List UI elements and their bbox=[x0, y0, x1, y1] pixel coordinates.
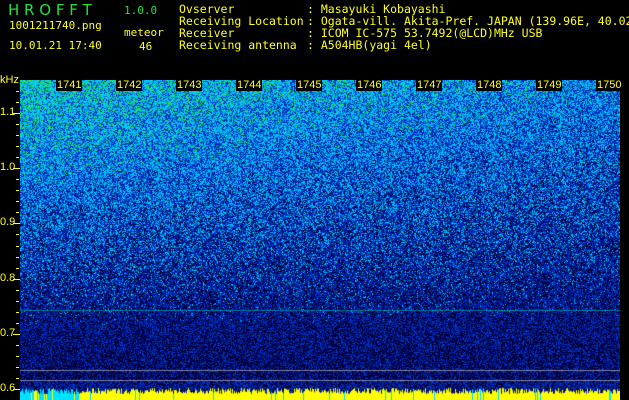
y-tick bbox=[16, 367, 19, 368]
x-tick-label: 1743 bbox=[176, 79, 203, 91]
y-tick-label: 0.7 bbox=[0, 326, 16, 339]
y-tick bbox=[13, 389, 20, 390]
y-tick bbox=[16, 91, 19, 92]
filename: 1001211740.png bbox=[9, 19, 102, 32]
y-tick bbox=[16, 268, 19, 269]
y-tick bbox=[13, 168, 20, 169]
x-tick-label: 1750 bbox=[596, 79, 623, 91]
y-tick bbox=[16, 146, 19, 147]
x-tick-label: 1748 bbox=[476, 79, 503, 91]
separator: : bbox=[307, 38, 321, 52]
meteor-count: 46 bbox=[139, 40, 153, 53]
y-tick bbox=[13, 113, 20, 114]
datetime: 10.01.21 17:40 bbox=[9, 39, 102, 52]
y-tick bbox=[16, 257, 19, 258]
x-tick-label: 1747 bbox=[416, 79, 443, 91]
y-tick bbox=[16, 323, 19, 324]
app-version: 1.0.0 bbox=[124, 4, 158, 17]
y-tick bbox=[16, 135, 19, 136]
y-tick bbox=[16, 345, 19, 346]
y-tick bbox=[16, 179, 19, 180]
x-tick-label: 1745 bbox=[296, 79, 323, 91]
y-tick-label: 0.6 bbox=[0, 381, 16, 394]
x-tick-label: 1744 bbox=[236, 79, 263, 91]
y-tick bbox=[16, 102, 19, 103]
info-label: Receiving antenna bbox=[179, 38, 297, 52]
y-tick bbox=[16, 234, 19, 235]
app-title: H R O F F T bbox=[8, 1, 92, 19]
info-value: A504HB(yagi 4el) bbox=[320, 38, 432, 52]
meteor-label: meteor bbox=[124, 26, 164, 39]
y-tick bbox=[13, 279, 20, 280]
x-tick-label: 1746 bbox=[356, 79, 383, 91]
x-tick-label: 1749 bbox=[536, 79, 563, 91]
y-tick bbox=[16, 301, 19, 302]
info-line: Receiving antenna: A504HB(yagi 4el) bbox=[179, 38, 432, 52]
y-tick bbox=[16, 312, 19, 313]
x-tick-label: 1742 bbox=[116, 79, 143, 91]
y-tick bbox=[16, 201, 19, 202]
y-tick bbox=[16, 246, 19, 247]
spectrogram bbox=[20, 80, 620, 400]
y-tick bbox=[16, 124, 19, 125]
y-tick bbox=[13, 223, 20, 224]
y-tick bbox=[16, 212, 19, 213]
y-tick-label: 0.8 bbox=[0, 271, 16, 284]
y-tick bbox=[16, 290, 19, 291]
y-axis-label: kHz bbox=[0, 74, 19, 86]
y-tick bbox=[16, 190, 19, 191]
y-tick bbox=[13, 334, 20, 335]
x-tick-label: 1741 bbox=[56, 79, 83, 91]
y-tick bbox=[16, 356, 19, 357]
y-tick bbox=[16, 157, 19, 158]
y-tick bbox=[16, 378, 19, 379]
